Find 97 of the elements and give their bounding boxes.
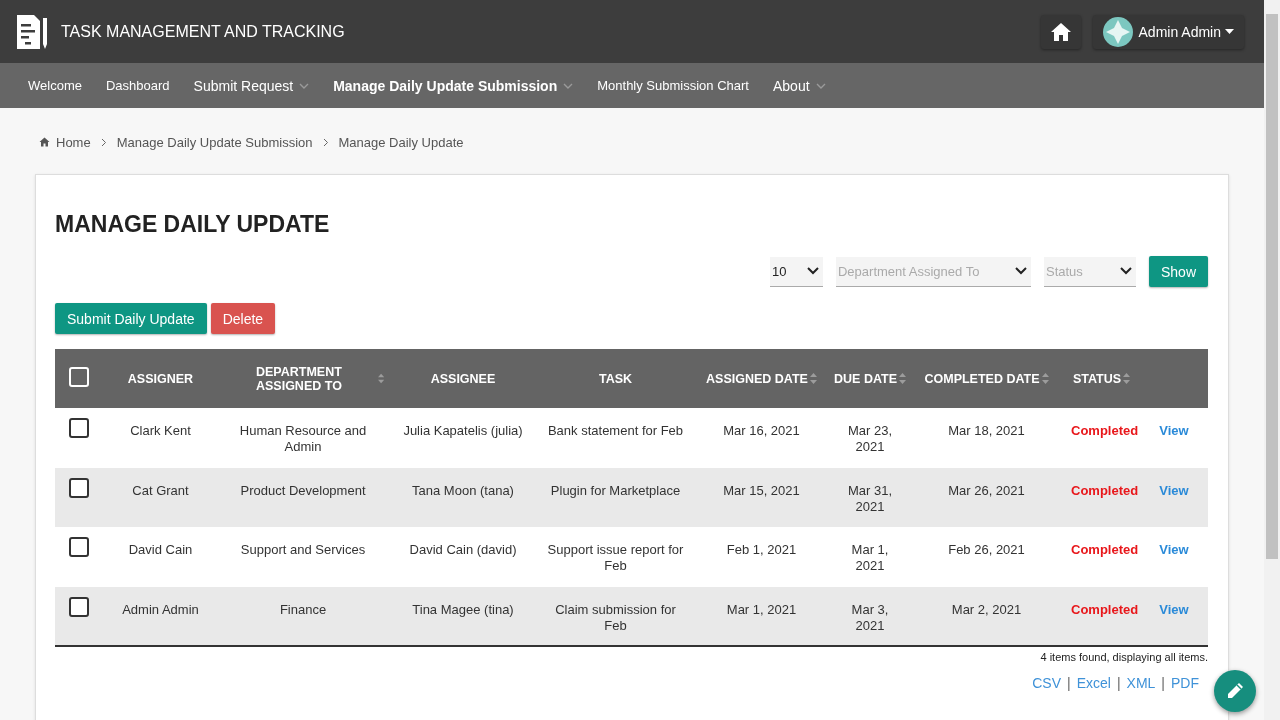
table-cell: Mar 1, 2021 bbox=[851, 542, 889, 573]
table-cell: Feb 1, 2021 bbox=[726, 542, 797, 557]
row-checkbox[interactable] bbox=[69, 418, 89, 438]
nav-link[interactable]: About bbox=[760, 77, 838, 94]
export-link[interactable]: PDF bbox=[1171, 675, 1199, 691]
link-separator: | bbox=[1161, 675, 1165, 691]
table-cell: Mar 3, 2021 bbox=[851, 601, 889, 633]
sort-icon[interactable] bbox=[1041, 373, 1049, 384]
chevron-right-icon bbox=[100, 137, 107, 147]
table-cell: Tina Magee (tina) bbox=[412, 601, 514, 617]
table-cell: Support and Services bbox=[240, 542, 366, 557]
column-header: TASK bbox=[598, 371, 633, 386]
column-header: STATUS bbox=[1072, 371, 1122, 386]
items-summary: 4 items found, displaying all items. bbox=[1040, 651, 1208, 663]
nav-link[interactable]: Submit Request bbox=[181, 77, 322, 94]
table-cell: David Cain (david) bbox=[409, 542, 517, 557]
row-checkbox[interactable] bbox=[69, 537, 89, 557]
column-header: COMPLETED DATE bbox=[924, 371, 1040, 386]
row-checkbox[interactable] bbox=[69, 596, 89, 617]
table-cell: Bank statement for Feb bbox=[547, 423, 684, 438]
department-select[interactable]: Department Assigned To bbox=[835, 256, 1031, 287]
home-icon bbox=[39, 137, 50, 147]
link-separator: | bbox=[1067, 675, 1071, 691]
delete-button[interactable]: Delete bbox=[210, 303, 276, 334]
nav-link[interactable]: Welcome bbox=[16, 78, 94, 93]
table-cell: Mar 15, 2021 bbox=[723, 482, 800, 498]
chevron-down-icon bbox=[1119, 267, 1132, 275]
page-size-select[interactable]: 10 bbox=[769, 256, 823, 287]
table-cell: Mar 18, 2021 bbox=[948, 423, 1025, 438]
table-cell: Finance bbox=[279, 601, 327, 617]
nav-link[interactable]: Dashboard bbox=[93, 78, 182, 93]
table-cell: Product Development bbox=[240, 482, 366, 498]
table-cell: Clark Kent bbox=[130, 423, 191, 438]
pencil-icon bbox=[1225, 681, 1245, 701]
table-cell: Tana Moon (tana) bbox=[412, 482, 514, 498]
chevron-down-icon bbox=[1014, 267, 1027, 275]
status-label: Completed bbox=[1071, 482, 1139, 498]
chevron-right-icon bbox=[322, 137, 329, 147]
table-cell: Mar 2, 2021 bbox=[951, 601, 1022, 617]
breadcrumb-link[interactable]: Manage Daily Update Submission bbox=[116, 134, 313, 150]
export-link[interactable]: CSV bbox=[1032, 675, 1062, 691]
nav-link[interactable]: Monthly Submission Chart bbox=[585, 78, 761, 93]
table-cell: Admin Admin bbox=[122, 601, 199, 617]
submit-daily-update-button[interactable]: Submit Daily Update bbox=[55, 303, 207, 334]
chevron-down-icon bbox=[299, 82, 310, 89]
home-button[interactable] bbox=[1040, 14, 1081, 49]
sort-icon[interactable] bbox=[1123, 373, 1131, 384]
show-button[interactable]: Show bbox=[1148, 256, 1208, 287]
table-cell: Feb 26, 2021 bbox=[948, 542, 1025, 557]
table-cell: Mar 31, 2021 bbox=[847, 482, 893, 514]
status-select[interactable]: Status bbox=[1043, 256, 1136, 287]
status-label: Completed bbox=[1071, 542, 1139, 557]
table-cell: Julia Kapatelis (julia) bbox=[403, 423, 523, 438]
status-label: Completed bbox=[1071, 601, 1139, 617]
table-cell: Human Resource and Admin bbox=[239, 423, 367, 454]
column-header: ASSIGNEE bbox=[430, 371, 496, 386]
home-icon bbox=[1049, 21, 1072, 42]
table-cell: Mar 16, 2021 bbox=[723, 423, 800, 438]
breadcrumb-link[interactable]: Manage Daily Update bbox=[338, 134, 464, 150]
select-all-checkbox[interactable] bbox=[69, 367, 89, 387]
table-cell: Cat Grant bbox=[132, 482, 189, 498]
column-header: ASSIGNED DATE bbox=[706, 371, 808, 386]
view-link[interactable]: View bbox=[1159, 601, 1189, 617]
table-cell: Claim submission for Feb bbox=[555, 601, 676, 633]
table-cell: Mar 1, 2021 bbox=[726, 601, 797, 617]
scrollbar[interactable] bbox=[1264, 0, 1280, 720]
table-cell: Plugin for Marketplace bbox=[550, 482, 681, 498]
breadcrumb-link[interactable]: Home bbox=[56, 134, 91, 150]
view-link[interactable]: View bbox=[1159, 423, 1189, 438]
app-title: TASK MANAGEMENT AND TRACKING bbox=[61, 22, 345, 41]
export-link[interactable]: XML bbox=[1126, 675, 1156, 691]
view-link[interactable]: View bbox=[1159, 482, 1189, 498]
column-header: ASSIGNER bbox=[127, 371, 194, 386]
caret-icon bbox=[1225, 29, 1234, 34]
export-link[interactable]: Excel bbox=[1076, 675, 1111, 691]
user-menu-button[interactable]: Admin Admin bbox=[1092, 14, 1244, 49]
column-header: DUE DATE bbox=[834, 371, 897, 386]
avatar-icon bbox=[1102, 16, 1133, 47]
sort-icon[interactable] bbox=[899, 373, 906, 384]
nav-link[interactable]: Manage Daily Update Submission bbox=[321, 77, 586, 94]
chevron-down-icon bbox=[815, 82, 826, 89]
chevron-down-icon bbox=[563, 82, 574, 89]
view-link[interactable]: View bbox=[1159, 542, 1189, 557]
table-cell: Mar 26, 2021 bbox=[948, 482, 1025, 498]
table-cell: Mar 23, 2021 bbox=[847, 423, 893, 454]
document-pencil-icon bbox=[15, 13, 49, 50]
row-checkbox[interactable] bbox=[69, 477, 89, 498]
sort-icon[interactable] bbox=[377, 373, 384, 384]
edit-button[interactable] bbox=[1214, 670, 1256, 712]
table-cell: Support issue report for Feb bbox=[547, 542, 684, 573]
chevron-down-icon bbox=[806, 267, 819, 275]
sort-icon[interactable] bbox=[809, 373, 817, 384]
table-cell: David Cain bbox=[128, 542, 193, 557]
page-title: MANAGE DAILY UPDATE bbox=[55, 211, 331, 238]
link-separator: | bbox=[1116, 675, 1121, 691]
status-label: Completed bbox=[1071, 423, 1139, 438]
column-header: DEPARTMENT ASSIGNED TO bbox=[254, 364, 343, 393]
